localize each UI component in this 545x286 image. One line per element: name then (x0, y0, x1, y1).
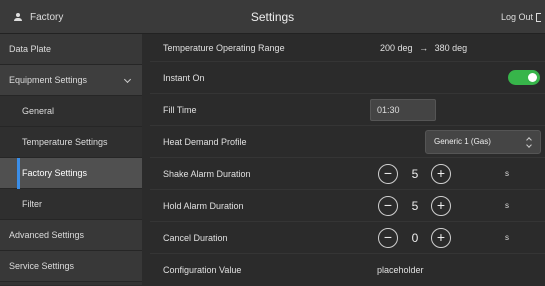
sidebar-item-label: Advanced Settings (9, 230, 85, 240)
user-label: Factory (30, 11, 64, 23)
increment-button[interactable]: + (431, 164, 451, 184)
sidebar-item-label: Service Settings (9, 261, 75, 271)
range-max-unit: deg (452, 43, 468, 53)
decrement-button[interactable]: − (378, 164, 398, 184)
range-max: 380 (434, 43, 450, 53)
sidebar-item-label: Equipment Settings (9, 75, 88, 85)
sidebar-item-equipment-settings[interactable]: Equipment Settings (0, 65, 142, 96)
setting-row-fill-time: Fill Time 01:30 (150, 94, 545, 126)
decrement-button[interactable]: − (378, 228, 398, 248)
sidebar-item-filter[interactable]: Filter (0, 189, 142, 220)
instant-on-toggle[interactable] (508, 70, 540, 85)
select-updown-icon (527, 138, 532, 147)
stepper-value: 5 (411, 199, 419, 213)
sidebar-item-label: Temperature Settings (22, 137, 108, 147)
page-title: Settings (250, 10, 295, 24)
temperature-range-value: 200 deg → 380 deg (380, 34, 467, 62)
sidebar-item-temperature-settings[interactable]: Temperature Settings (0, 127, 142, 158)
sidebar-item-factory-settings[interactable]: Factory Settings (0, 158, 142, 189)
setting-row-heat-demand: Heat Demand Profile Generic 1 (Gas) (150, 126, 545, 158)
user-icon (14, 13, 22, 21)
arrow-right-icon: → (419, 43, 429, 53)
setting-row-cancel: Cancel Duration − 0 + s (150, 222, 545, 254)
setting-label: Instant On (163, 73, 205, 83)
sidebar-item-label: Filter (22, 199, 42, 209)
setting-label: Hold Alarm Duration (163, 201, 244, 211)
logout-label: Log Out (500, 12, 533, 22)
chevron-down-icon (123, 75, 132, 84)
sidebar-item-advanced-settings[interactable]: Advanced Settings (0, 220, 142, 251)
range-min-unit: deg (397, 43, 413, 53)
setting-label: Shake Alarm Duration (163, 169, 251, 179)
sidebar: Data Plate Equipment Settings General Te… (0, 34, 142, 285)
setting-label: Temperature Operating Range (163, 43, 285, 53)
setting-label: Cancel Duration (163, 233, 228, 243)
setting-row-temperature-range: Temperature Operating Range 200 deg → 38… (150, 34, 545, 62)
setting-row-config: Configuration Value placeholder (150, 254, 545, 286)
select-value: Generic 1 (Gas) (434, 137, 491, 146)
stepper-value: 5 (411, 167, 419, 181)
heat-demand-select[interactable]: Generic 1 (Gas) (425, 130, 541, 154)
sidebar-item-label: Factory Settings (22, 168, 88, 178)
sidebar-item-service-settings[interactable]: Service Settings (0, 251, 142, 282)
stepper-value: 0 (411, 231, 419, 245)
config-value: placeholder (377, 265, 424, 275)
setting-label: Configuration Value (163, 265, 242, 275)
settings-panel: Temperature Operating Range 200 deg → 38… (150, 34, 545, 285)
unit-label: s (505, 201, 509, 210)
sidebar-item-data-plate[interactable]: Data Plate (0, 34, 142, 65)
unit-label: s (505, 169, 509, 178)
setting-row-instant-on: Instant On (150, 62, 545, 94)
range-min: 200 (380, 43, 396, 53)
setting-row-shake-alarm: Shake Alarm Duration − 5 + s (150, 158, 545, 190)
setting-label: Fill Time (163, 105, 197, 115)
logout-icon (536, 12, 541, 22)
user-menu[interactable]: Factory (14, 0, 63, 34)
increment-button[interactable]: + (431, 228, 451, 248)
sidebar-item-label: Data Plate (9, 44, 52, 54)
setting-label: Heat Demand Profile (163, 137, 247, 147)
logout-button[interactable]: Log Out (501, 0, 541, 34)
increment-button[interactable]: + (431, 196, 451, 216)
unit-label: s (505, 233, 509, 242)
setting-row-hold-alarm: Hold Alarm Duration − 5 + s (150, 190, 545, 222)
toggle-knob (528, 73, 537, 82)
sidebar-item-label: General (22, 106, 55, 116)
fill-time-input[interactable]: 01:30 (370, 99, 436, 121)
top-bar: Factory Settings Log Out (0, 0, 545, 34)
decrement-button[interactable]: − (378, 196, 398, 216)
sidebar-item-general[interactable]: General (0, 96, 142, 127)
